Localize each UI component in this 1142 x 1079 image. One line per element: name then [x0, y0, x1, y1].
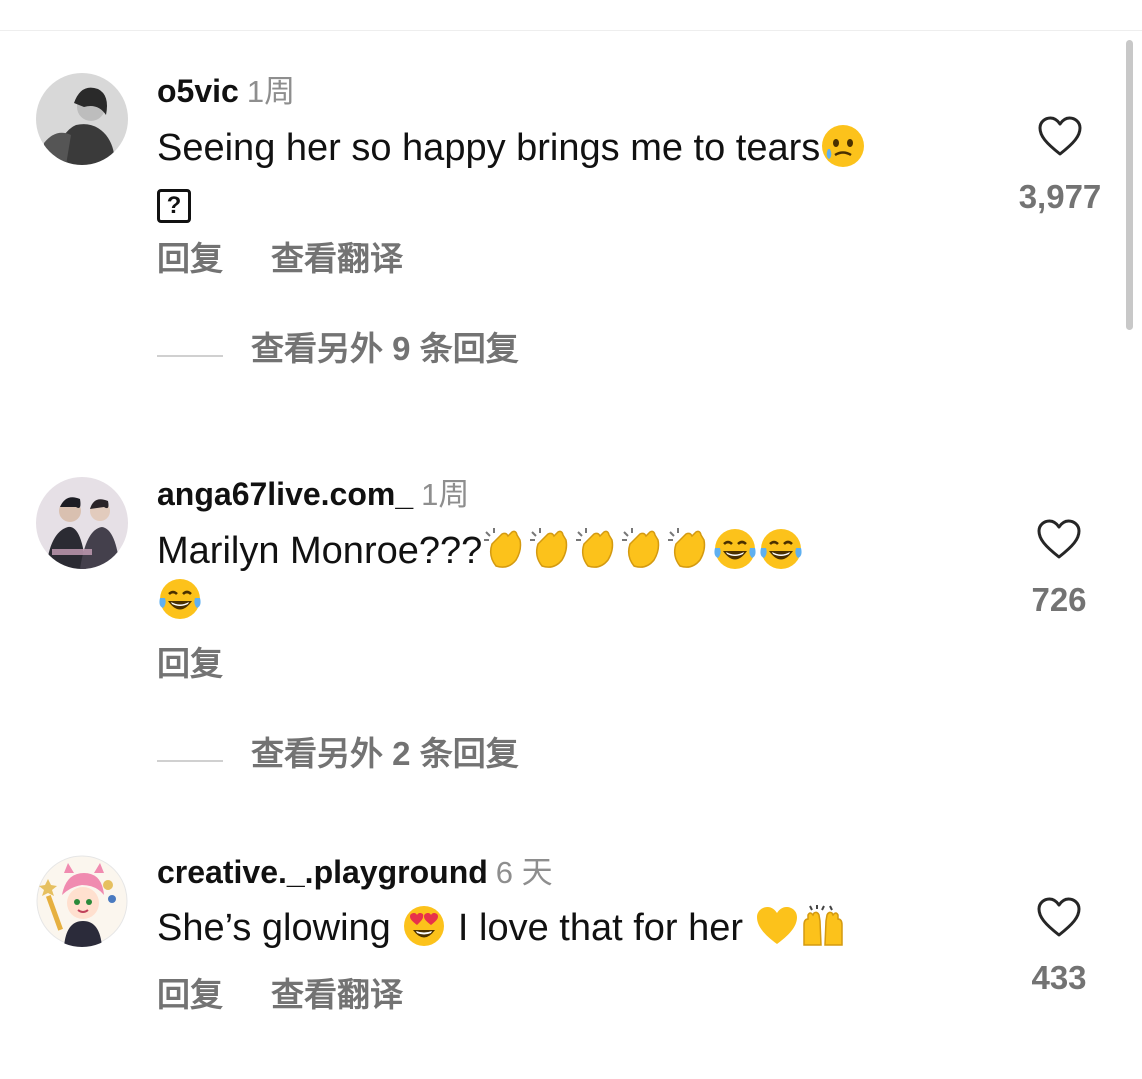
- reply-button[interactable]: 回复: [157, 647, 223, 680]
- unknown-glyph-icon: ?: [157, 189, 191, 223]
- heart-icon[interactable]: [1035, 517, 1083, 561]
- holding-back-tears-emoji: [820, 123, 866, 169]
- avatar[interactable]: [36, 477, 128, 569]
- view-more-replies-label: 查看另外 9 条回复: [251, 330, 519, 367]
- comment-text: She’s glowing I love that for her: [157, 903, 957, 953]
- comment-body-end: I love that for her: [457, 907, 744, 949]
- comment-text: Marilyn Monroe???: [157, 526, 957, 626]
- username-link[interactable]: creative._.playground: [157, 854, 488, 890]
- reply-thread-line: [157, 354, 223, 357]
- comment-header: creative._.playground 6 天: [157, 856, 553, 888]
- view-more-replies-button[interactable]: 查看另外 2 条回复: [157, 737, 519, 770]
- avatar[interactable]: [36, 855, 128, 947]
- clapping-hands-emoji: [620, 526, 666, 572]
- tears-of-joy-emoji: [712, 526, 758, 572]
- view-more-replies-button[interactable]: 查看另外 9 条回复: [157, 332, 519, 365]
- heart-icon[interactable]: [1036, 114, 1084, 158]
- raising-hands-emoji: [800, 903, 846, 949]
- yellow-heart-emoji: [754, 903, 800, 949]
- like-group: 3,977: [1005, 114, 1115, 213]
- comment-actions: 回复 查看翻译: [157, 978, 451, 1011]
- timestamp: 1周: [421, 477, 470, 512]
- comment-header: o5vic 1周: [157, 75, 295, 107]
- like-count: 726: [1031, 581, 1087, 618]
- timestamp: 1周: [246, 74, 296, 109]
- scrollbar[interactable]: [1126, 40, 1133, 330]
- username-link[interactable]: o5vic: [157, 73, 239, 109]
- clapping-hands-emoji: [574, 526, 620, 572]
- comment-actions: 回复: [157, 647, 271, 680]
- tears-of-joy-emoji: [157, 576, 203, 622]
- clapping-hands-emoji: [528, 526, 574, 572]
- comment-body: Seeing her so happy brings me to tears: [157, 127, 821, 169]
- view-more-replies-label: 查看另外 2 条回复: [251, 735, 519, 772]
- translate-button[interactable]: 查看翻译: [271, 242, 403, 275]
- translate-button[interactable]: 查看翻译: [271, 978, 403, 1011]
- reply-thread-line: [157, 759, 223, 762]
- comment-actions: 回复 查看翻译: [157, 242, 451, 275]
- avatar[interactable]: [36, 73, 128, 165]
- like-group: 726: [1004, 517, 1114, 616]
- reply-button[interactable]: 回复: [157, 978, 223, 1011]
- comment-body-start: She’s glowing: [157, 907, 391, 949]
- like-count: 3,977: [1018, 178, 1102, 215]
- heart-eyes-emoji: [401, 903, 447, 949]
- like-group: 433: [1004, 895, 1114, 994]
- clapping-hands-emoji: [666, 526, 712, 572]
- top-divider: [0, 30, 1142, 31]
- heart-icon[interactable]: [1035, 895, 1083, 939]
- clapping-hands-emoji: [482, 526, 528, 572]
- like-count: 433: [1031, 959, 1087, 996]
- comment-body: Marilyn Monroe???: [157, 530, 483, 572]
- comment-text: Seeing her so happy brings me to tears ?: [157, 123, 957, 223]
- tears-of-joy-emoji: [758, 526, 804, 572]
- comment-header: anga67live.com_ 1周: [157, 478, 469, 510]
- timestamp: 6 天: [495, 855, 553, 890]
- reply-button[interactable]: 回复: [157, 242, 223, 275]
- username-link[interactable]: anga67live.com_: [157, 476, 413, 512]
